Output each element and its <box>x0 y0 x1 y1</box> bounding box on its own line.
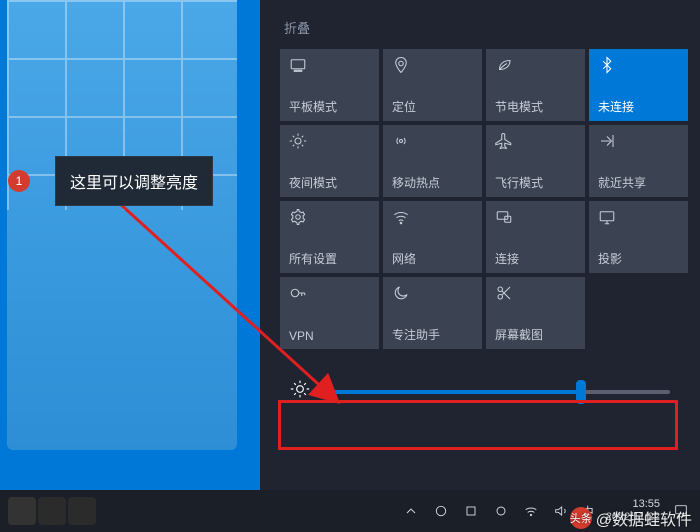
tablet-icon <box>289 56 370 82</box>
taskbar-app-2[interactable] <box>38 497 66 525</box>
project-icon <box>598 208 679 234</box>
leaf-icon <box>495 56 576 82</box>
tile-label: 飞行模式 <box>495 174 576 191</box>
vpn-icon <box>289 284 370 310</box>
tile-vpn[interactable]: VPN <box>280 277 379 349</box>
tile-label: 就近共享 <box>598 174 679 191</box>
brightness-slider[interactable] <box>326 390 670 394</box>
airplane-icon <box>495 132 576 158</box>
bluetooth-icon <box>598 56 679 82</box>
tray-chevron-icon[interactable] <box>402 502 420 520</box>
snip-icon <box>495 284 576 310</box>
annotation-callout: 1 这里可以调整亮度 <box>55 156 213 206</box>
watermark: 头条 @数据蛙软件 <box>570 506 692 530</box>
tile-focus-assist[interactable]: 专注助手 <box>383 277 482 349</box>
tray-volume-icon[interactable] <box>552 502 570 520</box>
tile-bluetooth[interactable]: 未连接 <box>589 49 688 121</box>
tray-wifi-icon[interactable] <box>522 502 540 520</box>
wifi-icon <box>392 208 473 234</box>
tile-mobile-hotspot[interactable]: 移动热点 <box>383 125 482 197</box>
location-icon <box>392 56 473 82</box>
tile-nearby-sharing[interactable]: 就近共享 <box>589 125 688 197</box>
tile-label: 未连接 <box>598 98 679 115</box>
taskbar-app-1[interactable] <box>8 497 36 525</box>
tile-label: 定位 <box>392 98 473 115</box>
tile-connect[interactable]: 连接 <box>486 201 585 273</box>
watermark-text: @数据蛙软件 <box>596 506 692 530</box>
taskbar-app-3[interactable] <box>68 497 96 525</box>
taskbar-apps <box>0 497 96 525</box>
tile-screen-snip[interactable]: 屏幕截图 <box>486 277 585 349</box>
tile-network[interactable]: 网络 <box>383 201 482 273</box>
tile-all-settings[interactable]: 所有设置 <box>280 201 379 273</box>
hotspot-icon <box>392 132 473 158</box>
tile-tablet-mode[interactable]: 平板模式 <box>280 49 379 121</box>
tile-label: 屏幕截图 <box>495 326 576 343</box>
tile-label: 平板模式 <box>289 98 370 115</box>
tray-app-icon-2[interactable] <box>462 502 480 520</box>
action-center-panel: 折叠 平板模式 定位 节电模式 未连接 <box>260 0 700 490</box>
tile-airplane-mode[interactable]: 飞行模式 <box>486 125 585 197</box>
tile-night-light[interactable]: 夜间模式 <box>280 125 379 197</box>
tile-label: 移动热点 <box>392 174 473 191</box>
collapse-link[interactable]: 折叠 <box>260 0 700 49</box>
connect-icon <box>495 208 576 234</box>
tile-label: 网络 <box>392 250 473 267</box>
brightness-slider-thumb[interactable] <box>576 380 586 404</box>
annotation-badge: 1 <box>8 170 30 192</box>
tray-app-icon-3[interactable] <box>492 502 510 520</box>
brightness-control <box>280 373 680 410</box>
moon-icon <box>392 284 473 310</box>
share-icon <box>598 132 679 158</box>
quick-action-tiles: 平板模式 定位 节电模式 未连接 夜间模式 <box>260 49 700 349</box>
tile-label: 夜间模式 <box>289 174 370 191</box>
tile-label: 节电模式 <box>495 98 576 115</box>
tile-label: 投影 <box>598 250 679 267</box>
gear-icon <box>289 208 370 234</box>
brightness-slider-fill <box>326 390 581 394</box>
watermark-logo: 头条 <box>570 507 592 529</box>
tray-app-icon-1[interactable] <box>432 502 450 520</box>
tile-location[interactable]: 定位 <box>383 49 482 121</box>
tile-label: 连接 <box>495 250 576 267</box>
annotation-text: 这里可以调整亮度 <box>70 175 198 192</box>
tile-label: VPN <box>289 329 370 343</box>
sun-icon <box>289 132 370 158</box>
tile-battery-saver[interactable]: 节电模式 <box>486 49 585 121</box>
tile-project[interactable]: 投影 <box>589 201 688 273</box>
tile-label: 专注助手 <box>392 326 473 343</box>
brightness-icon <box>290 379 310 404</box>
tile-label: 所有设置 <box>289 250 370 267</box>
